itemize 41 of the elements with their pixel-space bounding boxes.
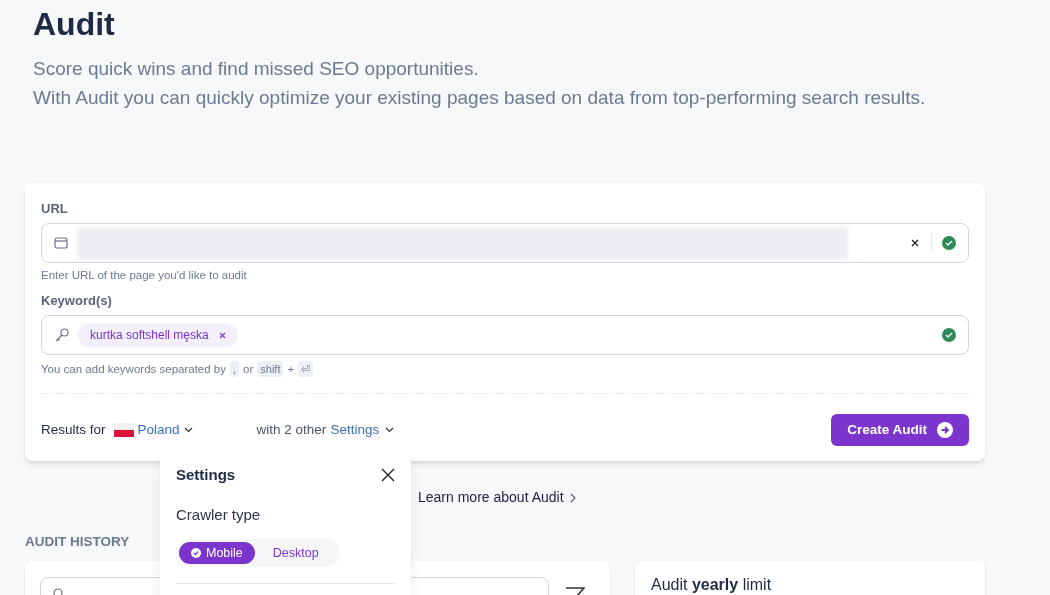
settings-prefix: with 2 other <box>256 420 327 439</box>
close-button[interactable] <box>381 468 395 483</box>
crawler-option[interactable]: Mobile <box>179 542 255 564</box>
close-icon <box>911 239 919 247</box>
keyword-input-field[interactable]: kurtka softshell męska <box>41 315 969 355</box>
poland-flag-icon <box>113 423 134 437</box>
key-icon <box>54 327 70 343</box>
arrow-right-circle-icon <box>937 422 953 438</box>
key-hint: , <box>230 361 240 377</box>
learn-more-link[interactable]: Learn more about Audit <box>418 487 576 508</box>
field-label: Keyword(s) <box>41 293 112 309</box>
keyword-chip[interactable]: kurtka softshell męska <box>78 323 238 347</box>
remove-icon <box>218 331 226 339</box>
chevron-right-icon <box>569 492 576 503</box>
key-hint: ⏎ <box>298 361 314 377</box>
create-audit-button[interactable]: Create Audit <box>831 414 969 446</box>
field-label: URL <box>41 201 68 217</box>
field-hint: Enter URL of the page you'd like to audit <box>41 268 247 283</box>
crawler-option[interactable]: Desktop <box>254 542 337 564</box>
results-for-label: Results for <box>41 420 106 439</box>
check-circle-icon <box>191 548 201 558</box>
page-title: Audit <box>33 5 116 44</box>
popover-title: Settings <box>176 465 236 485</box>
key-hint: shift <box>257 361 284 377</box>
close-icon <box>381 468 395 483</box>
hint-text: + <box>287 362 295 377</box>
clear-button[interactable] <box>909 237 921 249</box>
url-input-field[interactable] <box>41 223 969 263</box>
limit-title: Audit yearly limit <box>651 575 772 595</box>
filter-icon[interactable] <box>565 587 585 595</box>
settings-dropdown[interactable]: Settings <box>330 419 395 441</box>
section-label: Crawler type <box>176 504 261 525</box>
country-dropdown[interactable]: Poland <box>113 419 193 441</box>
hint-text: or <box>243 362 254 377</box>
chevron-down-icon <box>183 427 193 433</box>
hint-text: You can add keywords separated by <box>41 362 226 377</box>
section-title: AUDIT HISTORY <box>25 533 130 551</box>
chevron-down-icon <box>385 427 395 433</box>
browser-window-icon <box>54 237 68 249</box>
subtitle-line: With Audit you can quickly optimize your existing pages based on data from top-performing search results. <box>33 86 926 110</box>
subtitle-line: Score quick wins and find missed SEO opportunities. <box>33 57 479 81</box>
